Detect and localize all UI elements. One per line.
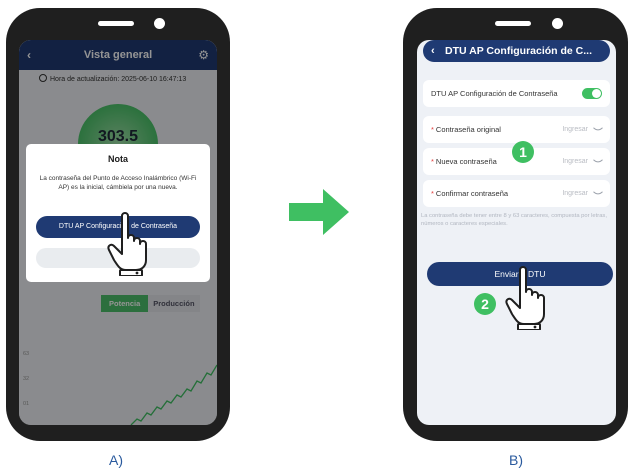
eye-closed-icon[interactable] xyxy=(593,191,603,196)
toggle-label: DTU AP Configuración de Contraseña xyxy=(431,89,558,98)
screen-b: ‹ DTU AP Configuración de C... DTU AP Co… xyxy=(417,40,616,425)
phone-camera xyxy=(552,18,563,29)
tap-hand-icon xyxy=(107,212,147,276)
step-badge-2: 2 xyxy=(474,293,496,315)
required-mark: * xyxy=(431,125,434,134)
password-hint: La contraseña debe tener entre 8 y 63 ca… xyxy=(421,213,607,227)
original-password-field[interactable]: * Contraseña original Ingresar xyxy=(423,116,610,143)
eye-closed-icon[interactable] xyxy=(593,159,603,164)
dialog-title: Nota xyxy=(108,154,128,164)
required-mark: * xyxy=(431,189,434,198)
field-label: * Confirmar contraseña xyxy=(431,180,508,207)
required-mark: * xyxy=(431,157,434,166)
field-label: * Contraseña original xyxy=(431,116,501,143)
eye-closed-icon[interactable] xyxy=(593,127,603,132)
field-label-text: Confirmar contraseña xyxy=(435,189,509,198)
field-placeholder: Ingresar xyxy=(562,158,588,165)
dialog-message: La contraseña del Punto de Acceso Inalám… xyxy=(39,175,197,191)
tap-hand-icon xyxy=(505,266,545,330)
field-placeholder: Ingresar xyxy=(562,190,588,197)
caption-a: A) xyxy=(109,452,123,468)
caption-b: B) xyxy=(509,452,523,468)
ap-password-toggle[interactable] xyxy=(582,88,602,99)
ap-password-toggle-row: DTU AP Configuración de Contraseña xyxy=(423,80,610,107)
field-label-text: Nueva contraseña xyxy=(435,157,497,166)
phone-speaker xyxy=(495,21,531,26)
page-title: DTU AP Configuración de C... xyxy=(445,45,593,57)
phone-camera xyxy=(154,18,165,29)
field-placeholder: Ingresar xyxy=(562,126,588,133)
step-badge-1: 1 xyxy=(512,141,534,163)
app-header: ‹ DTU AP Configuración de C... xyxy=(423,40,610,62)
phone-speaker xyxy=(98,21,134,26)
field-label-text: Contraseña original xyxy=(435,125,501,134)
right-arrow-icon xyxy=(289,189,349,235)
chevron-left-icon[interactable]: ‹ xyxy=(431,40,435,62)
phone-b: ‹ DTU AP Configuración de C... DTU AP Co… xyxy=(403,8,628,441)
field-label: * Nueva contraseña xyxy=(431,148,497,175)
toggle-knob xyxy=(592,89,601,98)
confirm-password-field[interactable]: * Confirmar contraseña Ingresar xyxy=(423,180,610,207)
